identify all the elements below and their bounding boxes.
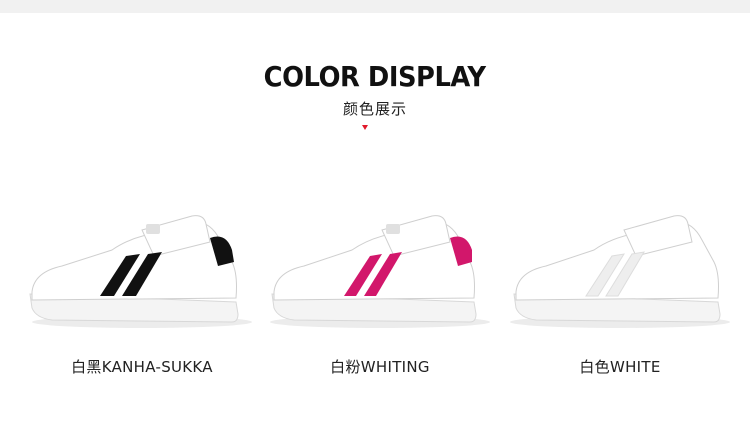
product-caption: 白粉WHITING xyxy=(260,356,500,377)
product-caption: 白色WHITE xyxy=(500,356,740,377)
color-name-en: WHITE xyxy=(609,358,661,376)
color-name-en: WHITING xyxy=(360,358,430,376)
color-name-cn: 白粉 xyxy=(330,358,361,376)
color-name-cn: 白色 xyxy=(579,358,610,376)
color-name-en: KANHA-SUKKA xyxy=(101,358,213,376)
product-white-black: 白黑KANHA-SUKKA xyxy=(22,210,262,400)
sneaker-white-black-icon xyxy=(29,215,252,328)
section-heading: COLOR DISPLAY 颜色展示 xyxy=(0,60,750,119)
product-white-pink: 白粉WHITING xyxy=(260,210,500,400)
heading-marker-icon xyxy=(362,125,368,130)
sneaker-white-icon xyxy=(510,215,730,328)
heading-title: COLOR DISPLAY xyxy=(264,60,486,93)
product-caption: 白黑KANHA-SUKKA xyxy=(22,356,262,377)
top-strip xyxy=(0,0,750,13)
sneaker-white-pink-icon xyxy=(270,215,490,328)
product-white: 白色WHITE xyxy=(500,210,740,400)
color-name-cn: 白黑 xyxy=(71,358,102,376)
heading-subtitle: 颜色展示 xyxy=(342,100,407,118)
